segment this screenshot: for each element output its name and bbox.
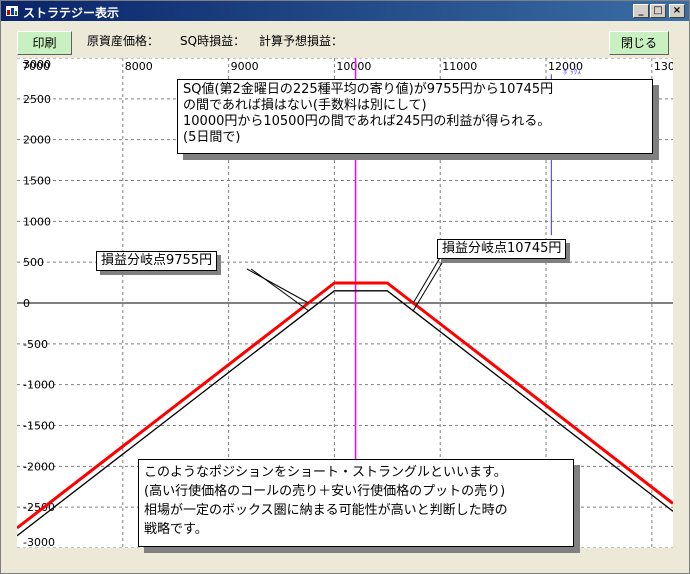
print-button[interactable]: 印刷 bbox=[17, 31, 72, 55]
left-breakeven-leader bbox=[250, 268, 309, 312]
right-breakeven-callout: 損益分岐点10745円 bbox=[437, 239, 567, 259]
expected-pl-label: 計算予想損益： bbox=[259, 34, 344, 48]
minimize-button[interactable]: _ bbox=[633, 4, 649, 18]
right-breakeven-leader bbox=[412, 255, 442, 304]
bottom-note-line: 戦略です。 bbox=[144, 522, 208, 537]
secondary-marker-text: ﾎﾞｯｸｽ bbox=[563, 68, 581, 76]
bottom-note-line: (高い行使価格のコールの売り＋安い行使価格のプットの売り) bbox=[144, 484, 506, 499]
top-note: SQ値(第2金曜日の225種平均の寄り値)が9755円から10745円 の間であ… bbox=[177, 79, 653, 154]
y-tick-label: 500 bbox=[23, 256, 44, 269]
y-tick-label: -1000 bbox=[23, 379, 55, 392]
left-breakeven-callout: 損益分岐点9755円 bbox=[96, 251, 218, 271]
sq-pl-label: SQ時損益： bbox=[180, 34, 246, 48]
close-window-button[interactable]: × bbox=[669, 4, 685, 18]
bottom-note-line: 相場が一定のボックス圏に納まる可能性が高いと判断した時の bbox=[144, 503, 508, 518]
x-tick-label: 10000 bbox=[336, 60, 371, 73]
y-tick-label: -1500 bbox=[23, 420, 55, 433]
maximize-button[interactable]: □ bbox=[650, 4, 666, 18]
y-tick-label: -2000 bbox=[23, 460, 55, 473]
window-title: ストラテジー表示 bbox=[23, 6, 120, 20]
x-tick-label: 9000 bbox=[231, 60, 259, 73]
x-tick-label: 8000 bbox=[125, 60, 153, 73]
underlying-price-label: 原資産価格： bbox=[87, 34, 160, 48]
top-note-line: の間であれば損はない(手数料は別にして) bbox=[183, 98, 427, 113]
top-note-line: (5日間で) bbox=[183, 130, 241, 145]
y-tick-label: 1000 bbox=[23, 215, 51, 228]
close-button[interactable]: 閉じる bbox=[609, 31, 669, 55]
bottom-note: このようなポジションをショート・ストラングルといいます。 (高い行使価格のコール… bbox=[138, 459, 574, 547]
y-tick-label: -500 bbox=[23, 338, 48, 351]
title-bar: ストラテジー表示 _ □ × bbox=[1, 1, 689, 21]
y-tick-label: -3000 bbox=[23, 536, 55, 548]
x-tick-label: 13000 bbox=[654, 60, 673, 73]
strategy-window: ストラテジー表示 _ □ × 印刷 原資産価格： SQ時損益： 計算予想損益： … bbox=[0, 0, 690, 574]
y-tick-label: 2500 bbox=[23, 93, 51, 106]
left-breakeven-leader bbox=[246, 268, 309, 304]
top-note-line: 10000円から10500円の間であれば245円の利益が得られる。 bbox=[183, 114, 551, 129]
y-tick-label: 1500 bbox=[23, 175, 51, 188]
top-note-line: SQ値(第2金曜日の225種平均の寄り値)が9755円から10745円 bbox=[183, 82, 554, 97]
x-tick-label: 11000 bbox=[442, 60, 477, 73]
app-icon bbox=[6, 6, 18, 16]
y-tick-label: 3000 bbox=[23, 58, 51, 71]
bottom-note-line: このようなポジションをショート・ストラングルといいます。 bbox=[144, 465, 507, 480]
y-tick-label: 2000 bbox=[23, 134, 51, 147]
